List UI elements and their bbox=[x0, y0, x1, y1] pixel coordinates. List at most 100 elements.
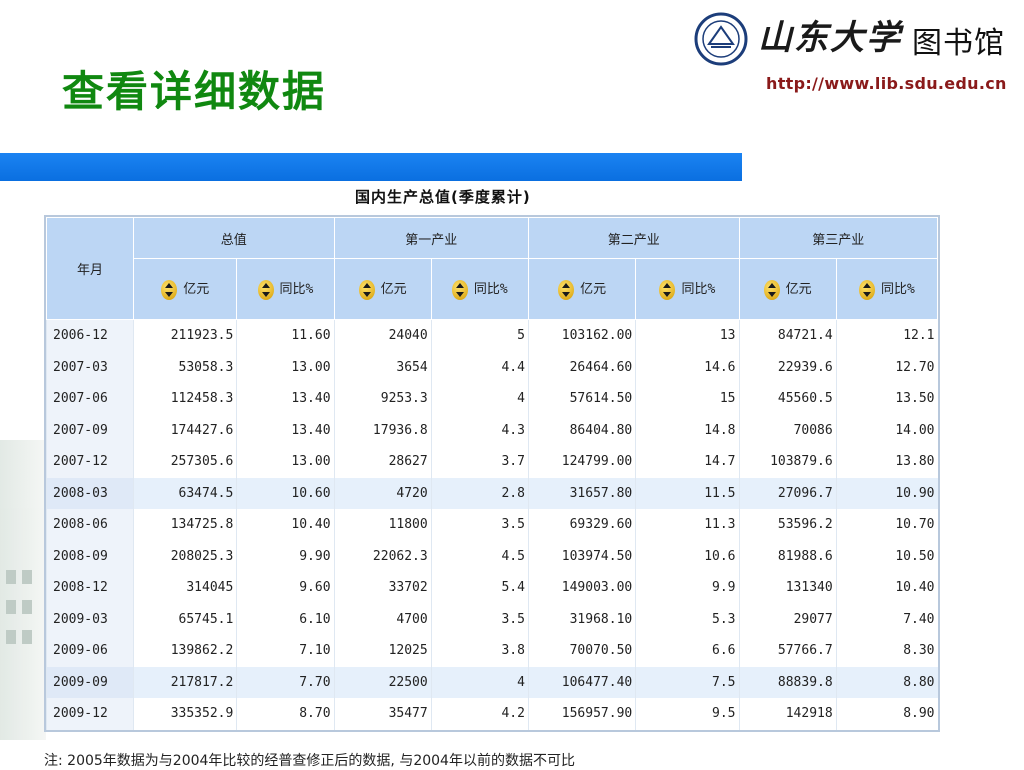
table-row: 2009-09 217817.2 7.70 22500 4 106477.40 7.5 888… bbox=[45, 666, 938, 698]
table-cell-value: 174427.6 bbox=[133, 414, 237, 446]
table-cell-value: 9.90 bbox=[236, 540, 335, 572]
sort-header-2[interactable]: 亿元 bbox=[333, 258, 432, 320]
table-cell-value: 12025 bbox=[333, 635, 432, 667]
table-cell-year: 2006-12 bbox=[45, 319, 134, 352]
table-cell-year: 2009-06 bbox=[45, 635, 134, 667]
table-cell-value: 142918 bbox=[738, 698, 837, 730]
table-cell-value: 81988.6 bbox=[738, 540, 837, 572]
sort-header-label: 同比% bbox=[473, 282, 508, 298]
sort-icon[interactable] bbox=[161, 279, 178, 300]
table-cell-value: 29077 bbox=[738, 603, 837, 635]
table-cell-value: 106477.40 bbox=[527, 666, 636, 698]
table-cell-value: 10.40 bbox=[835, 572, 938, 604]
table-cell-value: 12.1 bbox=[835, 319, 938, 352]
table-cell-value: 112458.3 bbox=[133, 383, 237, 415]
table-cell-value: 13.00 bbox=[236, 351, 335, 383]
table-cell-value: 7.5 bbox=[635, 666, 740, 698]
table-cell-year: 2007-06 bbox=[45, 383, 134, 415]
table-cell-value: 70086 bbox=[738, 414, 837, 446]
table-cell-value: 3654 bbox=[333, 351, 432, 383]
table-cell-value: 7.70 bbox=[236, 666, 335, 698]
sort-header-6[interactable]: 亿元 bbox=[738, 258, 837, 320]
sort-icon[interactable] bbox=[763, 279, 780, 300]
table-cell-value: 31657.80 bbox=[527, 477, 636, 509]
table-cell-value: 13.80 bbox=[835, 446, 938, 478]
sort-header-0[interactable]: 亿元 bbox=[133, 258, 238, 320]
table-cell-value: 8.30 bbox=[835, 635, 938, 667]
sort-header-3[interactable]: 同比% bbox=[430, 258, 529, 320]
table-cell-value: 10.50 bbox=[835, 540, 938, 572]
sort-header-7[interactable]: 同比% bbox=[835, 258, 939, 320]
table-cell-value: 14.6 bbox=[635, 351, 740, 383]
table-cell-value: 7.10 bbox=[236, 635, 335, 667]
table-cell-value: 57614.50 bbox=[527, 383, 636, 415]
table-cell-value: 9.5 bbox=[635, 698, 740, 730]
table-cell-value: 5 bbox=[430, 319, 529, 352]
table-cell-value: 12.70 bbox=[835, 351, 938, 383]
table-cell-value: 4.2 bbox=[430, 698, 529, 730]
table-cell-value: 14.00 bbox=[835, 414, 938, 446]
table-cell-value: 8.70 bbox=[236, 698, 335, 730]
sort-icon[interactable] bbox=[858, 279, 875, 300]
table-cell-value: 149003.00 bbox=[527, 572, 636, 604]
table-body: 2006-12 211923.5 11.60 24040 5 103162.00 13 847… bbox=[45, 319, 938, 730]
table-row: 2008-06 134725.8 10.40 11800 3.5 69329.60 11.3… bbox=[45, 509, 938, 541]
sort-header-label: 同比% bbox=[880, 282, 915, 298]
table-cell-value: 22062.3 bbox=[333, 540, 432, 572]
year-month-header[interactable]: 年月 bbox=[45, 217, 135, 320]
table-cell-value: 33702 bbox=[333, 572, 432, 604]
background-building-image bbox=[0, 440, 46, 740]
table-cell-value: 8.80 bbox=[835, 666, 938, 698]
table-cell-value: 208025.3 bbox=[133, 540, 237, 572]
table-cell-value: 53596.2 bbox=[738, 509, 837, 541]
table-cell-value: 217817.2 bbox=[133, 666, 237, 698]
table-cell-value: 11.5 bbox=[635, 477, 740, 509]
table-cell-value: 211923.5 bbox=[133, 319, 237, 352]
sort-icon[interactable] bbox=[659, 279, 676, 300]
table-cell-value: 14.8 bbox=[635, 414, 740, 446]
table-cell-value: 4.3 bbox=[430, 414, 529, 446]
table-cell-value: 9.9 bbox=[635, 572, 740, 604]
table-cell-value: 22939.6 bbox=[738, 351, 837, 383]
table-cell-value: 4700 bbox=[333, 603, 432, 635]
table-cell-value: 13.50 bbox=[835, 383, 938, 415]
table-cell-value: 2.8 bbox=[430, 477, 529, 509]
slide-title: 查看详细数据 bbox=[62, 67, 327, 116]
table-cell-value: 88839.8 bbox=[738, 666, 837, 698]
table-cell-value: 134725.8 bbox=[133, 509, 237, 541]
table-row: 2009-06 139862.2 7.10 12025 3.8 70070.50 6.6 57… bbox=[45, 635, 938, 667]
table-cell-value: 15 bbox=[635, 383, 740, 415]
sort-header-1[interactable]: 同比% bbox=[236, 258, 335, 320]
sort-icon[interactable] bbox=[558, 279, 575, 300]
table-cell-value: 26464.60 bbox=[527, 351, 636, 383]
table-cell-value: 10.60 bbox=[236, 477, 335, 509]
table-cell-value: 103879.6 bbox=[738, 446, 837, 478]
table-cell-value: 35477 bbox=[333, 698, 432, 730]
table-cell-value: 13.40 bbox=[236, 414, 335, 446]
table-cell-value: 139862.2 bbox=[133, 635, 237, 667]
table-cell-year: 2008-09 bbox=[45, 540, 134, 572]
table-cell-value: 7.40 bbox=[835, 603, 938, 635]
sort-header-5[interactable]: 同比% bbox=[635, 258, 740, 320]
table-cell-value: 314045 bbox=[133, 572, 237, 604]
table-cell-value: 53058.3 bbox=[133, 351, 237, 383]
sort-icon[interactable] bbox=[257, 279, 274, 300]
sort-header-4[interactable]: 亿元 bbox=[527, 258, 637, 320]
table-cell-value: 156957.90 bbox=[527, 698, 636, 730]
table-cell-value: 3.8 bbox=[430, 635, 529, 667]
table-cell-value: 6.6 bbox=[635, 635, 740, 667]
sort-icon[interactable] bbox=[451, 279, 468, 300]
table-cell-value: 13.40 bbox=[236, 383, 335, 415]
title-underline-bar bbox=[0, 153, 742, 181]
table-row: 2008-12 314045 9.60 33702 5.4 149003.00 9.9 131… bbox=[45, 572, 938, 604]
sort-header-label: 同比% bbox=[279, 282, 314, 298]
library-url-link[interactable]: http://www.lib.sdu.edu.cn bbox=[766, 74, 1007, 93]
table-cell-value: 4 bbox=[430, 383, 529, 415]
table-cell-value: 31968.10 bbox=[527, 603, 636, 635]
sort-header-label: 亿元 bbox=[183, 282, 210, 298]
sort-icon[interactable] bbox=[358, 279, 375, 300]
table-cell-value: 27096.7 bbox=[738, 477, 837, 509]
table-cell-value: 4720 bbox=[333, 477, 432, 509]
table-row: 2007-06 112458.3 13.40 9253.3 4 57614.50 15 455… bbox=[45, 383, 938, 415]
sort-header-label: 同比% bbox=[681, 282, 716, 298]
